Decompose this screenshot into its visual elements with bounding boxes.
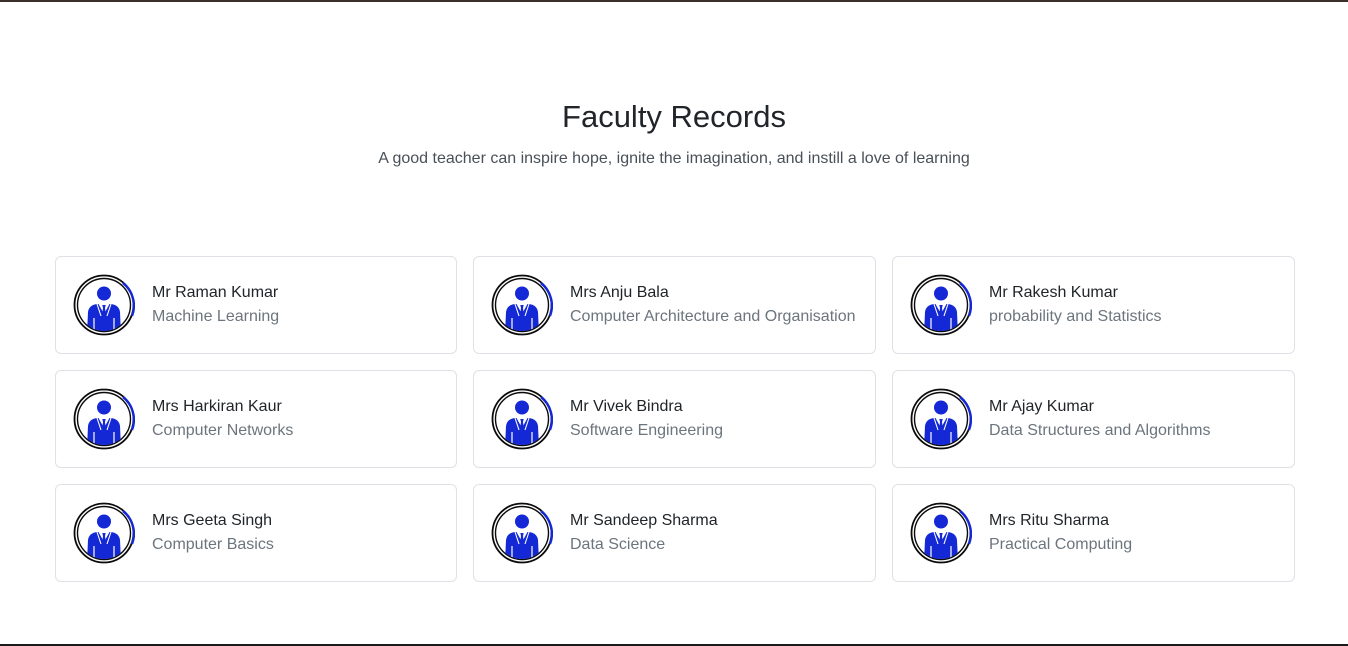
faculty-name: Mr Ajay Kumar bbox=[989, 398, 1094, 415]
faculty-card: Mrs Geeta Singh Computer Basics bbox=[55, 484, 457, 582]
teacher-avatar-icon bbox=[910, 388, 972, 450]
faculty-subject: Computer Networks bbox=[152, 422, 294, 439]
faculty-subject: probability and Statistics bbox=[989, 308, 1162, 325]
faculty-name: Mr Vivek Bindra bbox=[570, 398, 683, 415]
faculty-subject: Data Structures and Algorithms bbox=[989, 422, 1211, 439]
faculty-info: Mrs Ritu Sharma Practical Computing bbox=[989, 509, 1132, 557]
faculty-name: Mr Raman Kumar bbox=[152, 284, 279, 301]
faculty-card: Mrs Harkiran Kaur Computer Networks bbox=[55, 370, 457, 468]
teacher-avatar-icon bbox=[73, 388, 135, 450]
teacher-avatar-icon bbox=[491, 502, 553, 564]
page-subtitle: A good teacher can inspire hope, ignite … bbox=[378, 150, 970, 167]
faculty-subject: Data Science bbox=[570, 536, 666, 553]
faculty-name: Mr Sandeep Sharma bbox=[570, 512, 718, 529]
faculty-card: Mrs Anju Bala Computer Architecture and … bbox=[473, 256, 876, 354]
faculty-grid: Mr Raman Kumar Machine Learning Mrs Anju… bbox=[55, 256, 1295, 582]
faculty-card: Mr Vivek Bindra Software Engineering bbox=[473, 370, 876, 468]
faculty-name: Mrs Geeta Singh bbox=[152, 512, 273, 529]
faculty-info: Mrs Anju Bala Computer Architecture and … bbox=[570, 281, 855, 329]
faculty-info: Mr Rakesh Kumar probability and Statisti… bbox=[989, 281, 1162, 329]
faculty-page: Faculty Records A good teacher can inspi… bbox=[0, 0, 1348, 646]
faculty-card: Mrs Ritu Sharma Practical Computing bbox=[892, 484, 1295, 582]
faculty-card: Mr Sandeep Sharma Data Science bbox=[473, 484, 876, 582]
section-header: Faculty Records A good teacher can inspi… bbox=[0, 96, 1348, 170]
teacher-avatar-icon bbox=[910, 502, 972, 564]
teacher-avatar-icon bbox=[73, 274, 135, 336]
page-title: Faculty Records bbox=[562, 99, 786, 134]
faculty-info: Mr Raman Kumar Machine Learning bbox=[152, 281, 279, 329]
faculty-card: Mr Rakesh Kumar probability and Statisti… bbox=[892, 256, 1295, 354]
faculty-subject: Software Engineering bbox=[570, 422, 723, 439]
top-image-edge bbox=[0, 0, 1348, 2]
teacher-avatar-icon bbox=[73, 502, 135, 564]
faculty-info: Mr Sandeep Sharma Data Science bbox=[570, 509, 718, 557]
faculty-info: Mrs Geeta Singh Computer Basics bbox=[152, 509, 274, 557]
faculty-info: Mr Vivek Bindra Software Engineering bbox=[570, 395, 723, 443]
faculty-subject: Computer Architecture and Organisation bbox=[570, 308, 856, 325]
faculty-card: Mr Raman Kumar Machine Learning bbox=[55, 256, 457, 354]
faculty-name: Mrs Harkiran Kaur bbox=[152, 398, 282, 415]
faculty-info: Mr Ajay Kumar Data Structures and Algori… bbox=[989, 395, 1210, 443]
faculty-name: Mrs Ritu Sharma bbox=[989, 512, 1110, 529]
faculty-subject: Practical Computing bbox=[989, 536, 1133, 553]
faculty-info: Mrs Harkiran Kaur Computer Networks bbox=[152, 395, 293, 443]
faculty-subject: Computer Basics bbox=[152, 536, 274, 553]
faculty-card: Mr Ajay Kumar Data Structures and Algori… bbox=[892, 370, 1295, 468]
teacher-avatar-icon bbox=[910, 274, 972, 336]
faculty-name: Mrs Anju Bala bbox=[570, 284, 669, 301]
teacher-avatar-icon bbox=[491, 274, 553, 336]
faculty-subject: Machine Learning bbox=[152, 308, 280, 325]
faculty-name: Mr Rakesh Kumar bbox=[989, 284, 1118, 301]
teacher-avatar-icon bbox=[491, 388, 553, 450]
